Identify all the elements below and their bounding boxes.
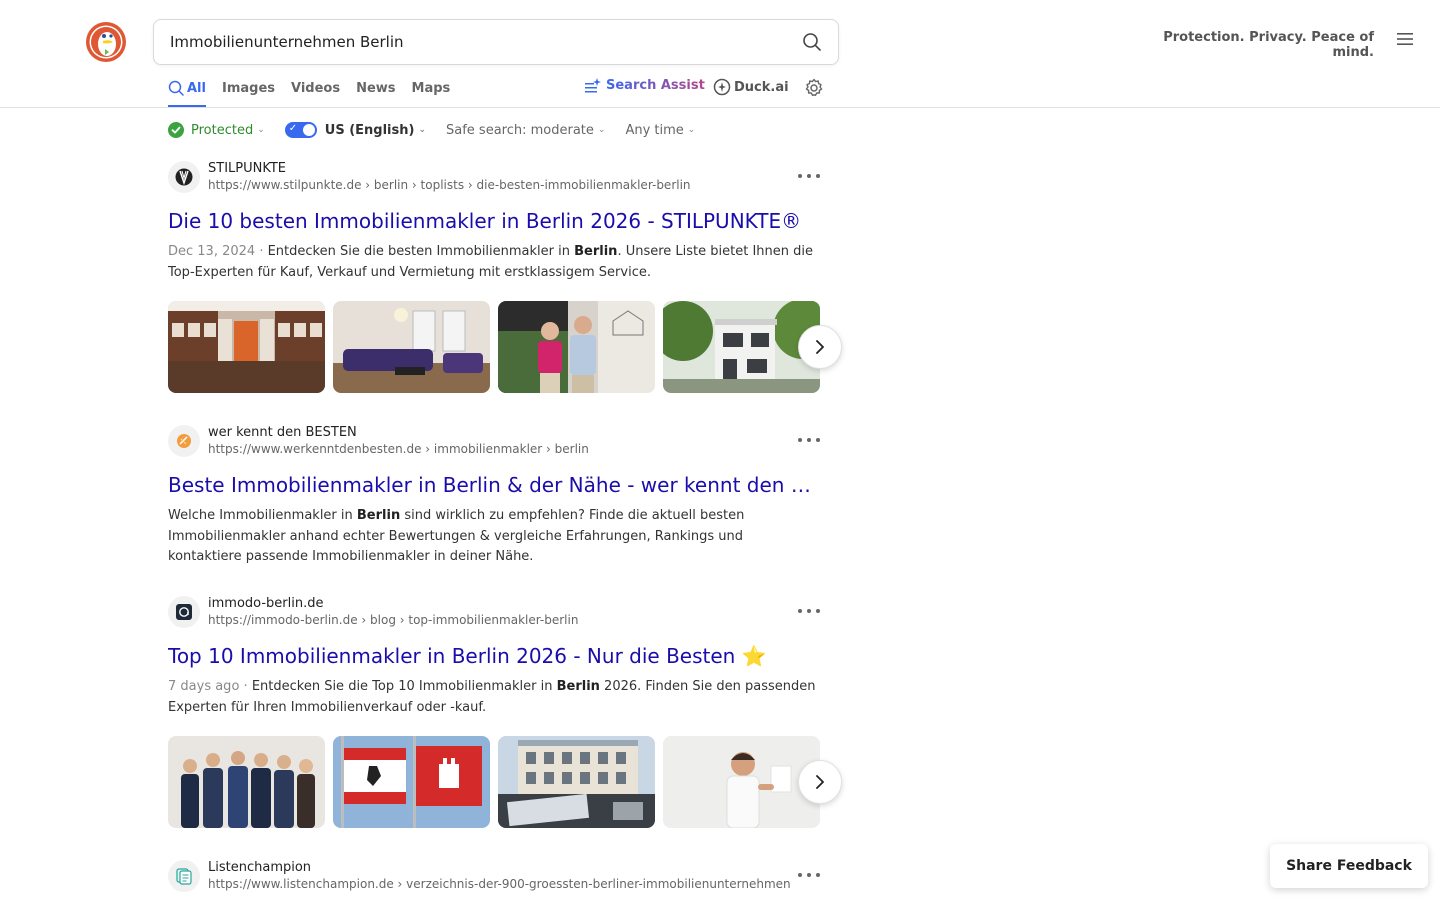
- duckai-button[interactable]: Duck.ai: [713, 78, 789, 96]
- result-image-thumbnail[interactable]: [663, 301, 820, 393]
- search-assist-label: Search Assist: [606, 78, 705, 93]
- more-options-icon[interactable]: [798, 603, 820, 619]
- site-name: wer kennt den BESTEN: [208, 425, 357, 440]
- tab-news[interactable]: News: [356, 76, 395, 100]
- result-site[interactable]: Listenchampion https://www.listenchampio…: [168, 859, 820, 893]
- check-circle-icon: [168, 122, 184, 138]
- result-site[interactable]: STILPUNKTE https://www.stilpunkte.de › b…: [168, 160, 820, 194]
- more-options-icon[interactable]: [798, 168, 820, 184]
- result-image-thumbnail[interactable]: [663, 736, 820, 828]
- more-options-icon[interactable]: [798, 432, 820, 448]
- safe-search-filter[interactable]: Safe search: moderate ⌄: [446, 123, 605, 138]
- chevron-right-icon: [816, 340, 824, 354]
- safe-search-label: Safe search: moderate: [446, 122, 594, 138]
- sparkle-icon: [584, 78, 601, 93]
- tab-videos[interactable]: Videos: [291, 76, 340, 100]
- tab-maps-label: Maps: [411, 80, 451, 96]
- result-snippet: 7 days ago · Entdecken Sie die Top 10 Im…: [168, 679, 816, 715]
- tab-images-label: Images: [221, 80, 275, 96]
- site-favicon-icon: [168, 860, 200, 892]
- hamburger-menu-icon[interactable]: [1394, 28, 1416, 50]
- tab-news-label: News: [356, 80, 396, 96]
- search-result: immodo-berlin.de https://immodo-berlin.d…: [168, 595, 842, 828]
- protection-label: Protected: [191, 122, 254, 138]
- site-favicon-icon: [168, 596, 200, 628]
- more-options-icon[interactable]: [798, 867, 820, 883]
- chevron-right-icon: [816, 775, 824, 789]
- site-name: STILPUNKTE: [208, 161, 287, 176]
- result-snippet: Welche Immobilienmakler in Berlin sind w…: [168, 508, 745, 564]
- result-date: Dec 13, 2024: [168, 244, 256, 259]
- result-title-link[interactable]: Top 10 Immobilienmakler in Berlin 2026 -…: [168, 643, 820, 669]
- result-image-thumbnail[interactable]: [498, 736, 655, 828]
- time-filter[interactable]: Any time ⌄: [625, 123, 695, 138]
- chevron-down-icon: ⌄: [257, 125, 265, 135]
- site-url[interactable]: https://www.werkenntdenbesten.de › immob…: [208, 441, 589, 458]
- chevron-down-icon: ⌄: [597, 125, 606, 135]
- image-carousel: [168, 301, 842, 393]
- search-input[interactable]: Immobilienunternehmen Berlin: [153, 19, 839, 65]
- result-site[interactable]: wer kennt den BESTEN https://www.werkenn…: [168, 424, 820, 458]
- result-image-thumbnail[interactable]: [498, 301, 655, 393]
- chevron-down-icon: ⌄: [418, 125, 426, 135]
- filter-bar: Protected ⌄ ✓ US (English) ⌄ Safe search…: [168, 120, 715, 140]
- tab-all-label: All: [187, 80, 206, 96]
- result-site[interactable]: immodo-berlin.de https://immodo-berlin.d…: [168, 595, 820, 629]
- time-label: Any time: [625, 122, 684, 138]
- search-result: wer kennt den BESTEN https://www.werkenn…: [168, 424, 820, 568]
- site-url[interactable]: https://www.stilpunkte.de › berlin › top…: [208, 177, 691, 194]
- result-title-link[interactable]: Beste Immobilienmakler in Berlin & der N…: [168, 472, 820, 498]
- tab-videos-label: Videos: [291, 80, 341, 96]
- result-date: 7 days ago: [168, 679, 240, 694]
- search-tabs: All Images Videos News Maps: [168, 76, 466, 108]
- header: Immobilienunternehmen Berlin Protection.…: [0, 0, 1440, 108]
- site-favicon-icon: [168, 161, 200, 193]
- tab-all[interactable]: All: [168, 76, 206, 107]
- tab-images[interactable]: Images: [222, 76, 275, 100]
- site-name: immodo-berlin.de: [208, 596, 324, 611]
- region-toggle[interactable]: ✓: [284, 122, 317, 138]
- site-url[interactable]: https://www.listenchampion.de › verzeich…: [208, 876, 791, 893]
- site-name: Listenchampion: [208, 860, 312, 875]
- carousel-next-button[interactable]: [798, 760, 842, 804]
- result-title-link[interactable]: Die 10 besten Immobilienmakler in Berlin…: [168, 208, 820, 234]
- carousel-next-button[interactable]: [798, 325, 842, 369]
- result-image-thumbnail[interactable]: [333, 301, 490, 393]
- image-carousel: [168, 736, 842, 828]
- protection-filter[interactable]: Protected ⌄: [168, 122, 265, 138]
- search-result: STILPUNKTE https://www.stilpunkte.de › b…: [168, 160, 842, 393]
- result-image-thumbnail[interactable]: [168, 301, 325, 393]
- tagline: Protection. Privacy. Peace of mind.: [1163, 30, 1374, 60]
- search-assist-button[interactable]: Search Assist: [584, 78, 705, 93]
- result-image-thumbnail[interactable]: [168, 736, 325, 828]
- chevron-down-icon: ⌄: [687, 125, 696, 135]
- duckai-chat-icon: [713, 78, 731, 96]
- check-icon: ✓: [288, 123, 298, 134]
- result-snippet: Dec 13, 2024 · Entdecken Sie die besten …: [168, 244, 814, 280]
- result-image-thumbnail[interactable]: [333, 736, 490, 828]
- region-label: US (English): [324, 122, 415, 138]
- search-result: Listenchampion https://www.listenchampio…: [168, 859, 820, 893]
- search-icon[interactable]: [792, 22, 832, 62]
- gear-icon[interactable]: [804, 78, 824, 98]
- search-query-text[interactable]: Immobilienunternehmen Berlin: [170, 33, 792, 51]
- duckai-label: Duck.ai: [734, 79, 789, 95]
- search-icon: [168, 80, 184, 96]
- tab-maps[interactable]: Maps: [412, 76, 451, 100]
- site-favicon-icon: [168, 425, 200, 457]
- site-url[interactable]: https://immodo-berlin.de › blog › top-im…: [208, 612, 578, 629]
- region-filter[interactable]: ✓ US (English) ⌄: [284, 122, 426, 138]
- share-feedback-button[interactable]: Share Feedback: [1270, 844, 1428, 888]
- duckduckgo-logo-icon[interactable]: [85, 21, 127, 63]
